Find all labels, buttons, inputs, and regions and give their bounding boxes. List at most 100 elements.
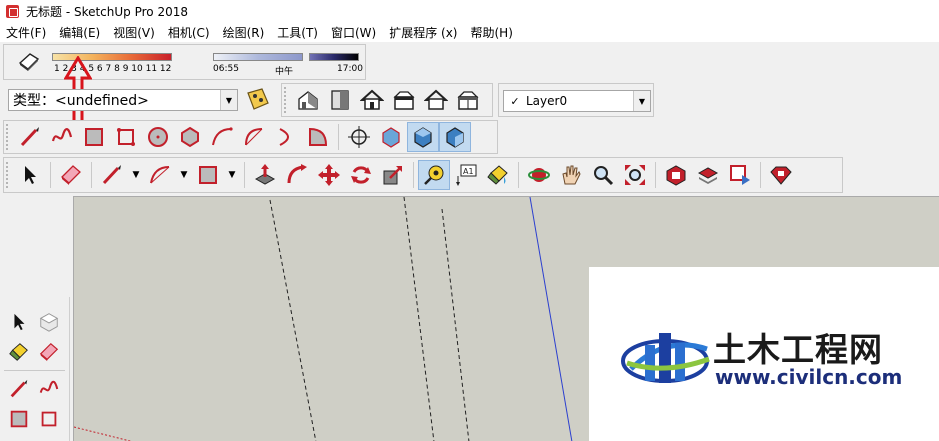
menu-help[interactable]: 帮助(H) <box>470 24 512 41</box>
push-pull-icon[interactable] <box>249 160 281 190</box>
share-model-icon[interactable] <box>724 160 756 190</box>
rectangle-icon[interactable] <box>192 160 224 190</box>
layer-name: Layer0 <box>526 94 568 108</box>
extension-warehouse-icon[interactable] <box>765 160 797 190</box>
menu-edit[interactable]: 编辑(E) <box>59 24 100 41</box>
pie-icon[interactable] <box>302 122 334 152</box>
menu-view[interactable]: 视图(V) <box>113 24 155 41</box>
toolbar-separator <box>244 162 245 188</box>
freehand-icon[interactable] <box>46 122 78 152</box>
scale-icon[interactable] <box>377 160 409 190</box>
type-selector[interactable]: 类型：<undefined> ▼ <box>8 89 238 111</box>
chevron-down-icon[interactable]: ▼ <box>224 160 240 190</box>
front-view-icon[interactable] <box>356 85 388 115</box>
arc-icon[interactable] <box>144 160 176 190</box>
back-edges-icon[interactable] <box>407 122 439 152</box>
time-gradient-night <box>309 53 359 61</box>
chevron-down-icon[interactable]: ▼ <box>128 160 144 190</box>
top-view-icon[interactable] <box>324 85 356 115</box>
toolbar-grip[interactable] <box>6 124 10 150</box>
rotated-rectangle-icon[interactable] <box>34 404 64 434</box>
position-camera-icon[interactable] <box>343 122 375 152</box>
pan-icon[interactable] <box>555 160 587 190</box>
3pt-arc-icon[interactable] <box>270 122 302 152</box>
time-mid: 中午 <box>275 67 294 77</box>
paint-bucket-icon[interactable] <box>4 337 34 367</box>
toolbar-separator <box>760 162 761 188</box>
toolbar-separator <box>338 124 339 150</box>
left-view-icon[interactable] <box>452 85 484 115</box>
type-label: 类型：<undefined> <box>13 93 149 109</box>
shadows-toolbar: 1 2 3 4 5 6 7 8 9 10 11 12 06:55 中午 17:0… <box>3 44 366 80</box>
chevron-down-icon[interactable]: ▼ <box>220 90 237 110</box>
back-view-icon[interactable] <box>420 85 452 115</box>
iso-view-icon[interactable] <box>292 85 324 115</box>
svg-text:A1: A1 <box>463 167 474 176</box>
layers-toolbar: ✓ Layer0 ▼ <box>498 83 654 117</box>
drawing-toolbar <box>3 120 498 154</box>
rotated-rectangle-icon[interactable] <box>110 122 142 152</box>
paint-type-icon[interactable] <box>244 87 272 113</box>
zoom-extents-icon[interactable] <box>619 160 651 190</box>
freehand-icon[interactable] <box>34 374 64 404</box>
rotate-icon[interactable] <box>345 160 377 190</box>
follow-me-icon[interactable] <box>281 160 313 190</box>
principal-toolbar: ▼ ▼ ▼ A1 <box>3 157 843 193</box>
right-view-icon[interactable] <box>388 85 420 115</box>
menu-extensions[interactable]: 扩展程序 (x) <box>389 24 457 41</box>
watermark-site-name: 土木工程网 <box>713 330 883 369</box>
blue-axis-line <box>529 197 573 441</box>
shadow-time-scale[interactable]: 06:55 中午 17:00 <box>213 53 363 79</box>
share-component-icon[interactable] <box>692 160 724 190</box>
chevron-down-icon[interactable]: ▼ <box>176 160 192 190</box>
paint-bucket-icon[interactable] <box>482 160 514 190</box>
toolbar-grip[interactable] <box>6 162 10 188</box>
rectangle-icon[interactable] <box>78 122 110 152</box>
title-bar: 无标题 - SketchUp Pro 2018 <box>0 0 939 22</box>
polygon-icon[interactable] <box>174 122 206 152</box>
3d-warehouse-icon[interactable] <box>660 160 692 190</box>
orbit-icon[interactable] <box>523 160 555 190</box>
2pt-arc-icon[interactable] <box>238 122 270 152</box>
dashed-guide-line <box>403 197 435 441</box>
eraser-icon[interactable] <box>34 337 64 367</box>
menu-bar: 文件(F) 编辑(E) 视图(V) 相机(C) 绘图(R) 工具(T) 窗口(W… <box>0 22 939 42</box>
select-icon[interactable] <box>4 307 34 337</box>
circle-icon[interactable] <box>142 122 174 152</box>
arc-icon[interactable] <box>206 122 238 152</box>
toolbar-separator <box>518 162 519 188</box>
line-icon[interactable] <box>4 374 34 404</box>
menu-draw[interactable]: 绘图(R) <box>223 24 265 41</box>
toolbar-grip[interactable] <box>284 87 288 113</box>
dashed-guide-line <box>441 208 470 441</box>
civilcn-logo-icon <box>621 333 710 383</box>
eraser-icon[interactable] <box>55 160 87 190</box>
rectangle-icon[interactable] <box>4 404 34 434</box>
tape-measure-icon[interactable] <box>418 160 450 190</box>
wireframe-icon[interactable] <box>439 122 471 152</box>
chevron-down-icon[interactable]: ▼ <box>633 91 650 111</box>
line-icon[interactable] <box>14 122 46 152</box>
move-icon[interactable] <box>313 160 345 190</box>
text-icon[interactable]: A1 <box>450 160 482 190</box>
line-icon[interactable] <box>96 160 128 190</box>
layer-selector[interactable]: ✓ Layer0 ▼ <box>503 90 651 112</box>
menu-window[interactable]: 窗口(W) <box>331 24 376 41</box>
eraser-icon[interactable] <box>14 47 44 77</box>
red-axis-line <box>74 426 133 441</box>
menu-tools[interactable]: 工具(T) <box>277 24 318 41</box>
sketchup-app-icon <box>6 4 19 18</box>
xray-icon[interactable] <box>375 122 407 152</box>
views-toolbar <box>281 83 493 117</box>
make-component-icon[interactable] <box>34 307 64 337</box>
watermark-url: www.civilcn.com <box>715 365 903 389</box>
toolbar-separator <box>50 162 51 188</box>
large-tool-set-panel <box>0 297 70 441</box>
window-title: 无标题 - SketchUp Pro 2018 <box>26 4 188 19</box>
menu-camera[interactable]: 相机(C) <box>168 24 210 41</box>
time-gradient-day <box>213 53 303 61</box>
zoom-icon[interactable] <box>587 160 619 190</box>
panel-separator <box>4 370 65 371</box>
select-icon[interactable] <box>14 160 46 190</box>
menu-file[interactable]: 文件(F) <box>6 24 46 41</box>
